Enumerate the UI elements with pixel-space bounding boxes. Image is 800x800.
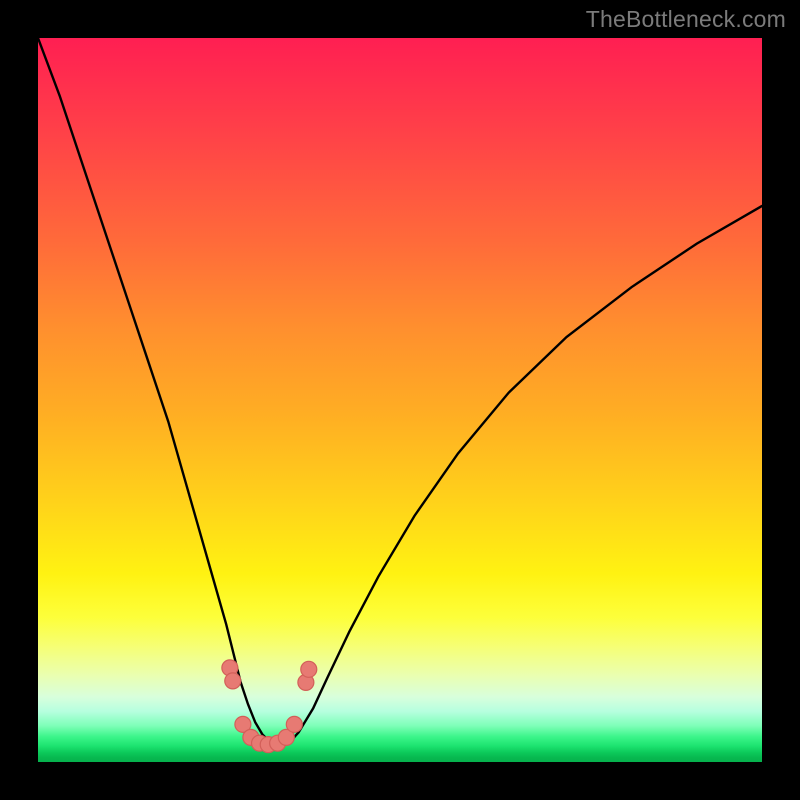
chart-frame: TheBottleneck.com xyxy=(0,0,800,800)
bottleneck-curve xyxy=(38,38,762,745)
marker-dot xyxy=(286,716,302,732)
curve-svg xyxy=(38,38,762,762)
marker-dot xyxy=(225,673,241,689)
watermark-text: TheBottleneck.com xyxy=(586,6,786,33)
plot-area xyxy=(38,38,762,762)
marker-dot xyxy=(301,661,317,677)
marker-group xyxy=(222,660,317,753)
